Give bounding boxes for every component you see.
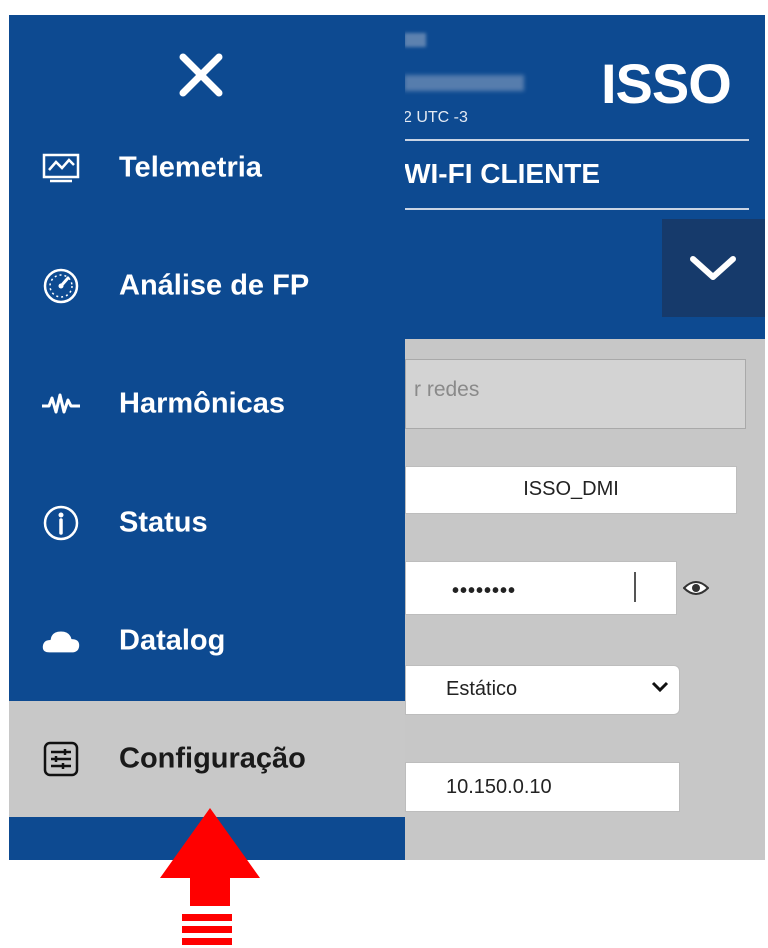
blurred-text [404,33,426,47]
cloud-icon [41,621,81,661]
chevron-down-icon [690,256,736,280]
blurred-text [404,75,524,91]
ssid-field[interactable]: ISSO_DMI [405,466,737,514]
divider [634,572,636,602]
waveform-icon [41,384,81,424]
menu-item-harmonicas[interactable]: Harmônicas [9,346,405,462]
password-field[interactable]: •••••••• [405,561,677,615]
menu-item-label: Harmônicas [119,387,286,420]
menu-item-label: Datalog [119,624,226,657]
side-menu: Telemetria Análise de FP Harmônicas Stat… [9,15,405,860]
menu-item-configuracao[interactable]: Configuração [9,701,405,817]
section-title: ) WI-FI CLIENTE [387,158,601,189]
sliders-icon [41,739,81,779]
app-window: 2 UTC -3 ISSO ) WI-FI CLIENTE r redes IS… [9,15,765,860]
menu-item-telemetria[interactable]: Telemetria [9,110,405,226]
scan-networks-button[interactable]: r redes [405,359,746,429]
divider [403,139,749,141]
menu-item-status[interactable]: Status [9,465,405,581]
menu-item-datalog[interactable]: Datalog [9,583,405,699]
menu-item-label: Configuração [119,742,306,775]
timezone-label: 2 UTC -3 [403,109,468,126]
brand-logo: ISSO [601,52,732,115]
ip-mode-value: Estático [446,678,518,700]
ip-address-field[interactable]: 10.150.0.10 [405,762,680,812]
wifi-settings-panel: r redes ISSO_DMI •••••••• Estático 10.15… [405,339,765,860]
menu-item-label: Telemetria [119,151,262,184]
menu-item-analise-fp[interactable]: Análise de FP [9,228,405,344]
password-value: •••••••• [452,580,517,602]
monitor-chart-icon [41,148,81,188]
divider [403,208,749,210]
info-icon [41,503,81,543]
eye-icon[interactable] [677,561,715,615]
menu-item-label: Status [119,506,208,539]
gauge-icon [41,266,81,306]
annotation-arrow-icon [160,808,260,945]
close-icon[interactable] [175,49,227,101]
ip-mode-select[interactable]: Estático [405,665,680,715]
chevron-down-icon [651,681,669,693]
expand-button[interactable] [662,219,765,317]
menu-item-label: Análise de FP [119,269,310,302]
